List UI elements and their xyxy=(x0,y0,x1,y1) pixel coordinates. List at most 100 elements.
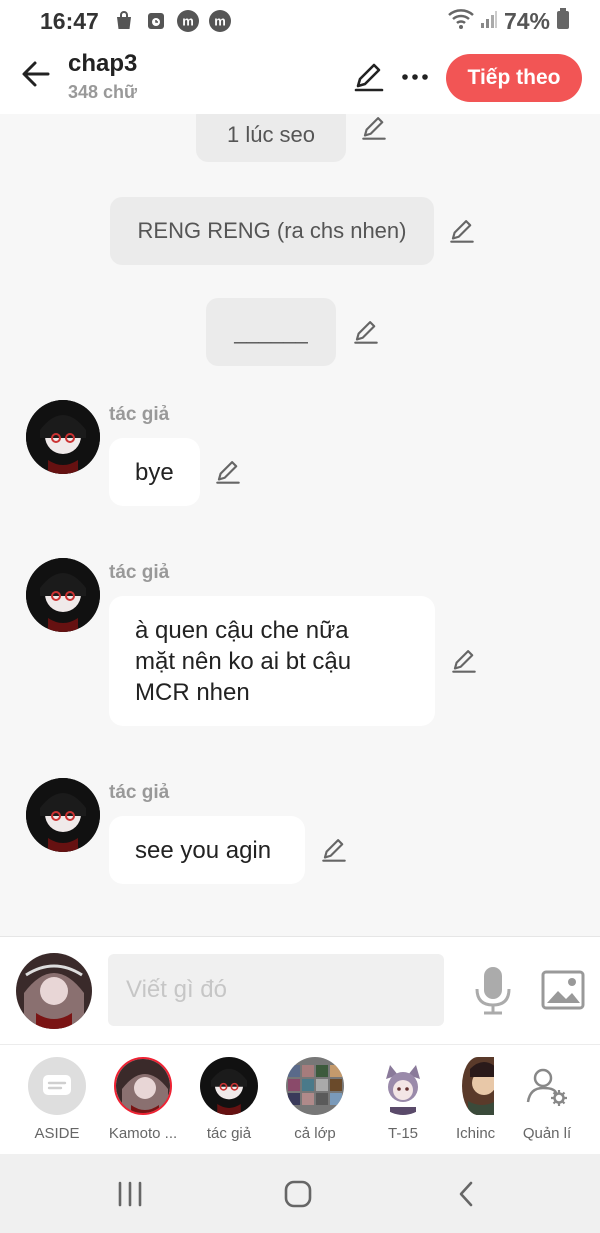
home-button[interactable] xyxy=(278,1174,318,1214)
edit-dialogue-button[interactable] xyxy=(320,836,348,864)
dialogue-text: see you agin xyxy=(135,836,272,864)
character-avatar-image xyxy=(116,1059,170,1113)
more-button[interactable] xyxy=(398,60,432,94)
author-avatar[interactable] xyxy=(26,558,100,632)
back-arrow-icon xyxy=(22,61,50,87)
home-icon xyxy=(284,1180,312,1208)
message-input[interactable] xyxy=(108,954,444,1026)
m-app-icon-2: m xyxy=(208,10,231,32)
character-bar: ASIDE Kamoto ... tác giả cả lớp T-15 Ich… xyxy=(0,1044,600,1154)
chibi-avatar-image xyxy=(26,400,100,474)
recents-button[interactable] xyxy=(110,1174,150,1214)
m-app-icon: m xyxy=(176,10,199,32)
dialogue-bubble[interactable]: see you agin xyxy=(109,816,305,884)
back-button[interactable] xyxy=(18,56,54,92)
speech-bubble-icon xyxy=(43,1075,71,1095)
mic-icon xyxy=(475,967,511,1015)
edit-narration-button[interactable] xyxy=(448,217,476,245)
dialogue-text-line: MCR nhen xyxy=(135,678,250,706)
next-button[interactable]: Tiếp theo xyxy=(446,54,582,102)
character-label: tác giả xyxy=(206,1125,252,1142)
character-aside[interactable]: ASIDE xyxy=(12,1055,102,1151)
recents-icon xyxy=(118,1181,142,1207)
narration-text: RENG RENG (ra chs nhen) xyxy=(137,218,407,243)
tac-gia-avatar xyxy=(200,1057,258,1115)
manage-characters-button[interactable]: Quản lí xyxy=(502,1055,592,1151)
edit-dialogue-button[interactable] xyxy=(450,647,478,675)
app-header: chap3 348 chữ Tiếp theo xyxy=(0,42,600,114)
character-label: cả lớp xyxy=(294,1125,336,1142)
narration-bubble[interactable]: 1 lúc seo xyxy=(196,114,346,162)
edit-title-button[interactable] xyxy=(352,60,386,94)
calendar-icon xyxy=(145,10,167,32)
edit-dialogue-button[interactable] xyxy=(214,458,242,486)
current-character-avatar[interactable] xyxy=(16,953,92,1029)
character-label: Ichinc xyxy=(456,1125,496,1142)
svg-text:m: m xyxy=(182,14,194,29)
shopping-bag-icon xyxy=(113,10,135,32)
pencil-icon xyxy=(452,650,476,673)
chapter-title: chap3 xyxy=(68,50,138,77)
pencil-icon xyxy=(216,461,240,484)
author-avatar[interactable] xyxy=(26,778,100,852)
image-button[interactable] xyxy=(540,969,586,1011)
author-avatar[interactable] xyxy=(26,400,100,474)
edit-narration-button[interactable] xyxy=(360,114,388,142)
aside-avatar xyxy=(28,1057,86,1115)
nav-back-icon xyxy=(459,1181,473,1207)
edit-narration-button[interactable] xyxy=(352,318,380,346)
wifi-icon xyxy=(448,8,474,34)
mic-button[interactable] xyxy=(472,965,514,1017)
narration-bubble[interactable]: RENG RENG (ra chs nhen) xyxy=(110,197,434,265)
narration-text: 1 lúc seo xyxy=(226,122,316,147)
kamoto-avatar xyxy=(114,1057,172,1115)
author-name: tác giả xyxy=(109,404,170,425)
svg-text:m: m xyxy=(214,14,226,29)
pencil-icon xyxy=(354,63,384,92)
character-avatar-image xyxy=(16,953,92,1029)
system-nav-bar xyxy=(0,1154,600,1233)
character-label: ASIDE xyxy=(34,1125,80,1142)
composer-bar xyxy=(0,936,600,1044)
character-tac-gia[interactable]: tác giả xyxy=(184,1055,274,1151)
class-collage-image xyxy=(286,1057,344,1115)
image-icon xyxy=(541,970,585,1010)
pencil-icon xyxy=(362,117,386,140)
character-label: Quản lí xyxy=(522,1125,572,1142)
author-name: tác giả xyxy=(109,562,170,583)
battery-icon xyxy=(556,7,570,35)
pencil-icon xyxy=(354,321,378,344)
ca-lop-avatar xyxy=(286,1057,344,1115)
character-kamoto[interactable]: Kamoto ... xyxy=(98,1055,188,1151)
nav-back-button[interactable] xyxy=(446,1174,486,1214)
narration-text: ______ xyxy=(234,319,308,344)
chibi-avatar-image xyxy=(26,778,100,852)
character-label: Kamoto ... xyxy=(108,1125,178,1142)
chibi-avatar-image xyxy=(200,1057,258,1115)
status-time: 16:47 xyxy=(40,7,99,34)
narration-bubble[interactable]: ______ xyxy=(206,298,336,366)
manage-icon-wrap xyxy=(518,1057,576,1115)
pencil-icon xyxy=(450,220,474,243)
chibi-avatar-image xyxy=(26,558,100,632)
dialogue-bubble[interactable]: à quen cậu che nữa mặt nên ko ai bt cậu … xyxy=(109,596,435,726)
word-count: 348 chữ xyxy=(68,82,138,102)
t15-avatar xyxy=(374,1057,432,1115)
battery-percent: 74% xyxy=(503,7,550,34)
status-bar: 16:47 m m 74% xyxy=(0,0,600,42)
ichinc-avatar xyxy=(462,1057,494,1115)
dialogue-text: bye xyxy=(135,458,174,486)
chat-area: 1 lúc seo RENG RENG (ra chs nhen) ______… xyxy=(0,114,600,936)
character-ichinc[interactable]: Ichinc xyxy=(430,1055,502,1151)
dialogue-text-line: mặt nên ko ai bt cậu xyxy=(135,647,352,675)
character-avatar-image xyxy=(462,1057,494,1115)
manage-icon xyxy=(526,1068,567,1106)
character-ca-lop[interactable]: cả lớp xyxy=(270,1055,360,1151)
more-icon xyxy=(402,74,428,80)
dialogue-text-line: à quen cậu che nữa xyxy=(135,616,349,644)
pencil-icon xyxy=(322,839,346,862)
cat-character-image xyxy=(374,1057,432,1115)
dialogue-bubble[interactable]: bye xyxy=(109,438,200,506)
author-name: tác giả xyxy=(109,782,170,803)
signal-icon xyxy=(480,9,498,34)
